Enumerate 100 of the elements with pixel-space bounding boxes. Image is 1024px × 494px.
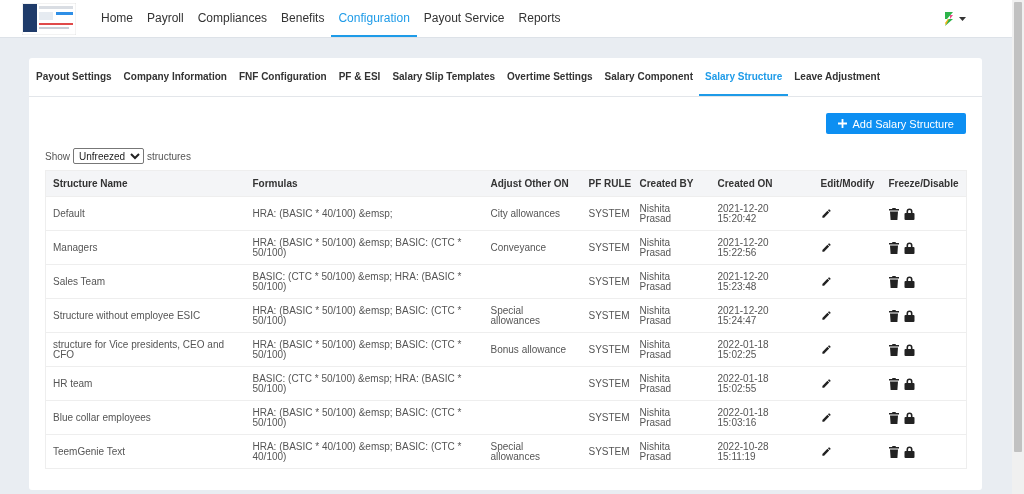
nav-link[interactable]: Compliances [190, 0, 275, 37]
tab[interactable]: Leave Adjustment [788, 58, 886, 96]
table-cell: SYSTEM [581, 332, 633, 367]
column-header: Formulas [245, 170, 484, 197]
table-cell: HRA: (BASIC * 50/100) &emsp; BASIC: (CTC * 50/100) [245, 400, 484, 435]
tab[interactable]: PF & ESI [332, 58, 387, 96]
table-cell: Nishita Prasad [632, 366, 711, 401]
lock-icon[interactable] [903, 377, 915, 390]
table-cell: SYSTEM [581, 400, 633, 435]
edit-icon[interactable] [820, 377, 832, 389]
table-cell: Nishita Prasad [632, 400, 711, 435]
nav-link[interactable]: Payout Service [416, 0, 512, 37]
table-cell: 2021-12-20 15:20:42 [710, 196, 814, 231]
edit-icon[interactable] [820, 275, 832, 287]
column-header: Edit/Modify [813, 170, 882, 197]
caret-icon[interactable] [959, 16, 966, 21]
table-cell: SYSTEM [581, 196, 633, 231]
lock-icon[interactable] [903, 207, 915, 220]
column-header: PF RULE [581, 170, 633, 197]
table-cell: Conveyance [483, 230, 582, 265]
table-cell: structure for Vice presidents, CEO and CFO [45, 332, 246, 367]
filter-label: Show [45, 150, 70, 162]
column-header: Structure Name [45, 170, 246, 197]
table-cell: Nishita Prasad [632, 434, 711, 469]
delete-icon[interactable] [888, 411, 899, 424]
scrollbar-thumb[interactable] [1014, 2, 1022, 452]
plus-icon [837, 119, 847, 128]
table-cell: HRA: (BASIC * 50/100) &emsp; BASIC: (CTC * 50/100) [245, 230, 484, 265]
edit-icon[interactable] [820, 445, 832, 457]
delete-icon[interactable] [888, 241, 899, 254]
user-logo-icon[interactable] [945, 11, 953, 26]
tab[interactable]: Salary Component [598, 58, 699, 96]
table-cell: Special allowances [483, 434, 582, 469]
table-cell: 2022-10-28 15:11:19 [710, 434, 814, 469]
table-cell: Nishita Prasad [632, 298, 711, 333]
edit-icon[interactable] [820, 241, 832, 253]
column-header: Created ON [710, 170, 814, 197]
column-header: Adjust Other ON [483, 170, 582, 197]
filter-label: structures [147, 150, 191, 162]
table-cell: Default [45, 196, 246, 231]
table-cell: HRA: (BASIC * 50/100) &emsp; BASIC: (CTC * 50/100) [245, 298, 484, 333]
logo-icon[interactable] [22, 2, 76, 35]
delete-icon[interactable] [888, 445, 899, 458]
scrollbar[interactable] [1012, 0, 1024, 494]
lock-icon[interactable] [903, 445, 915, 458]
table-cell: 2022-01-18 15:02:25 [710, 332, 814, 367]
table-cell: 2021-12-20 15:22:56 [710, 230, 814, 265]
table-cell: City allowances [483, 196, 582, 231]
table-cell: BASIC: (CTC * 50/100) &emsp; HRA: (BASIC * 50/100) [245, 366, 484, 401]
tab[interactable]: Salary Slip Templates [386, 58, 501, 96]
table-cell: Structure without employee ESIC [45, 298, 246, 333]
table-cell: HRA: (BASIC * 40/100) &emsp; BASIC: (CTC * 40/100) [245, 434, 484, 469]
column-header: Created BY [632, 170, 711, 197]
edit-icon[interactable] [820, 411, 832, 423]
table-cell: Nishita Prasad [632, 332, 711, 367]
table-cell: HRA: (BASIC * 50/100) &emsp; BASIC: (CTC * 50/100) [245, 332, 484, 367]
table-cell: Nishita Prasad [632, 196, 711, 231]
tab[interactable]: Overtime Settings [501, 58, 599, 96]
table-cell: Sales Team [45, 264, 246, 299]
table-cell: SYSTEM [581, 298, 633, 333]
table-cell: SYSTEM [581, 366, 633, 401]
edit-icon[interactable] [820, 207, 832, 219]
table-cell: HRA: (BASIC * 40/100) &emsp; [245, 196, 484, 231]
lock-icon[interactable] [903, 343, 915, 356]
tab[interactable]: Payout Settings [30, 58, 118, 96]
tab[interactable]: Company Information [117, 58, 233, 96]
table-cell: 2022-01-18 15:03:16 [710, 400, 814, 435]
table-cell: Managers [45, 230, 246, 265]
nav-link[interactable]: Benefits [274, 0, 332, 37]
nav-link[interactable]: Payroll [140, 0, 191, 37]
lock-icon[interactable] [903, 411, 915, 424]
table-cell: BASIC: (CTC * 50/100) &emsp; HRA: (BASIC * 50/100) [245, 264, 484, 299]
nav-link[interactable]: Reports [511, 0, 568, 37]
lock-icon[interactable] [903, 241, 915, 254]
table-cell: Bonus allowance [483, 332, 582, 367]
table-cell: 2021-12-20 15:24:47 [710, 298, 814, 333]
delete-icon[interactable] [888, 275, 899, 288]
delete-icon[interactable] [888, 207, 899, 220]
lock-icon[interactable] [903, 309, 915, 322]
edit-icon[interactable] [820, 309, 832, 321]
column-header: Freeze/Disable [881, 170, 967, 197]
tab[interactable]: FNF Configuration [232, 58, 333, 96]
table-cell: HR team [45, 366, 246, 401]
table-cell: Nishita Prasad [632, 230, 711, 265]
delete-icon[interactable] [888, 309, 899, 322]
delete-icon[interactable] [888, 343, 899, 356]
table-cell: Blue collar employees [45, 400, 246, 435]
edit-icon[interactable] [820, 343, 832, 355]
table-cell: Special allowances [483, 298, 582, 333]
table-cell: SYSTEM [581, 230, 633, 265]
table-cell: 2021-12-20 15:23:48 [710, 264, 814, 299]
table-cell: SYSTEM [581, 434, 633, 469]
delete-icon[interactable] [888, 377, 899, 390]
table-cell: 2022-01-18 15:02:55 [710, 366, 814, 401]
lock-icon[interactable] [903, 275, 915, 288]
table-cell: Nishita Prasad [632, 264, 711, 299]
table-cell: TeemGenie Text [45, 434, 246, 469]
status-select[interactable]: Unfreezed [73, 148, 144, 164]
table-cell: SYSTEM [581, 264, 633, 299]
nav-link[interactable]: Home [94, 0, 140, 37]
